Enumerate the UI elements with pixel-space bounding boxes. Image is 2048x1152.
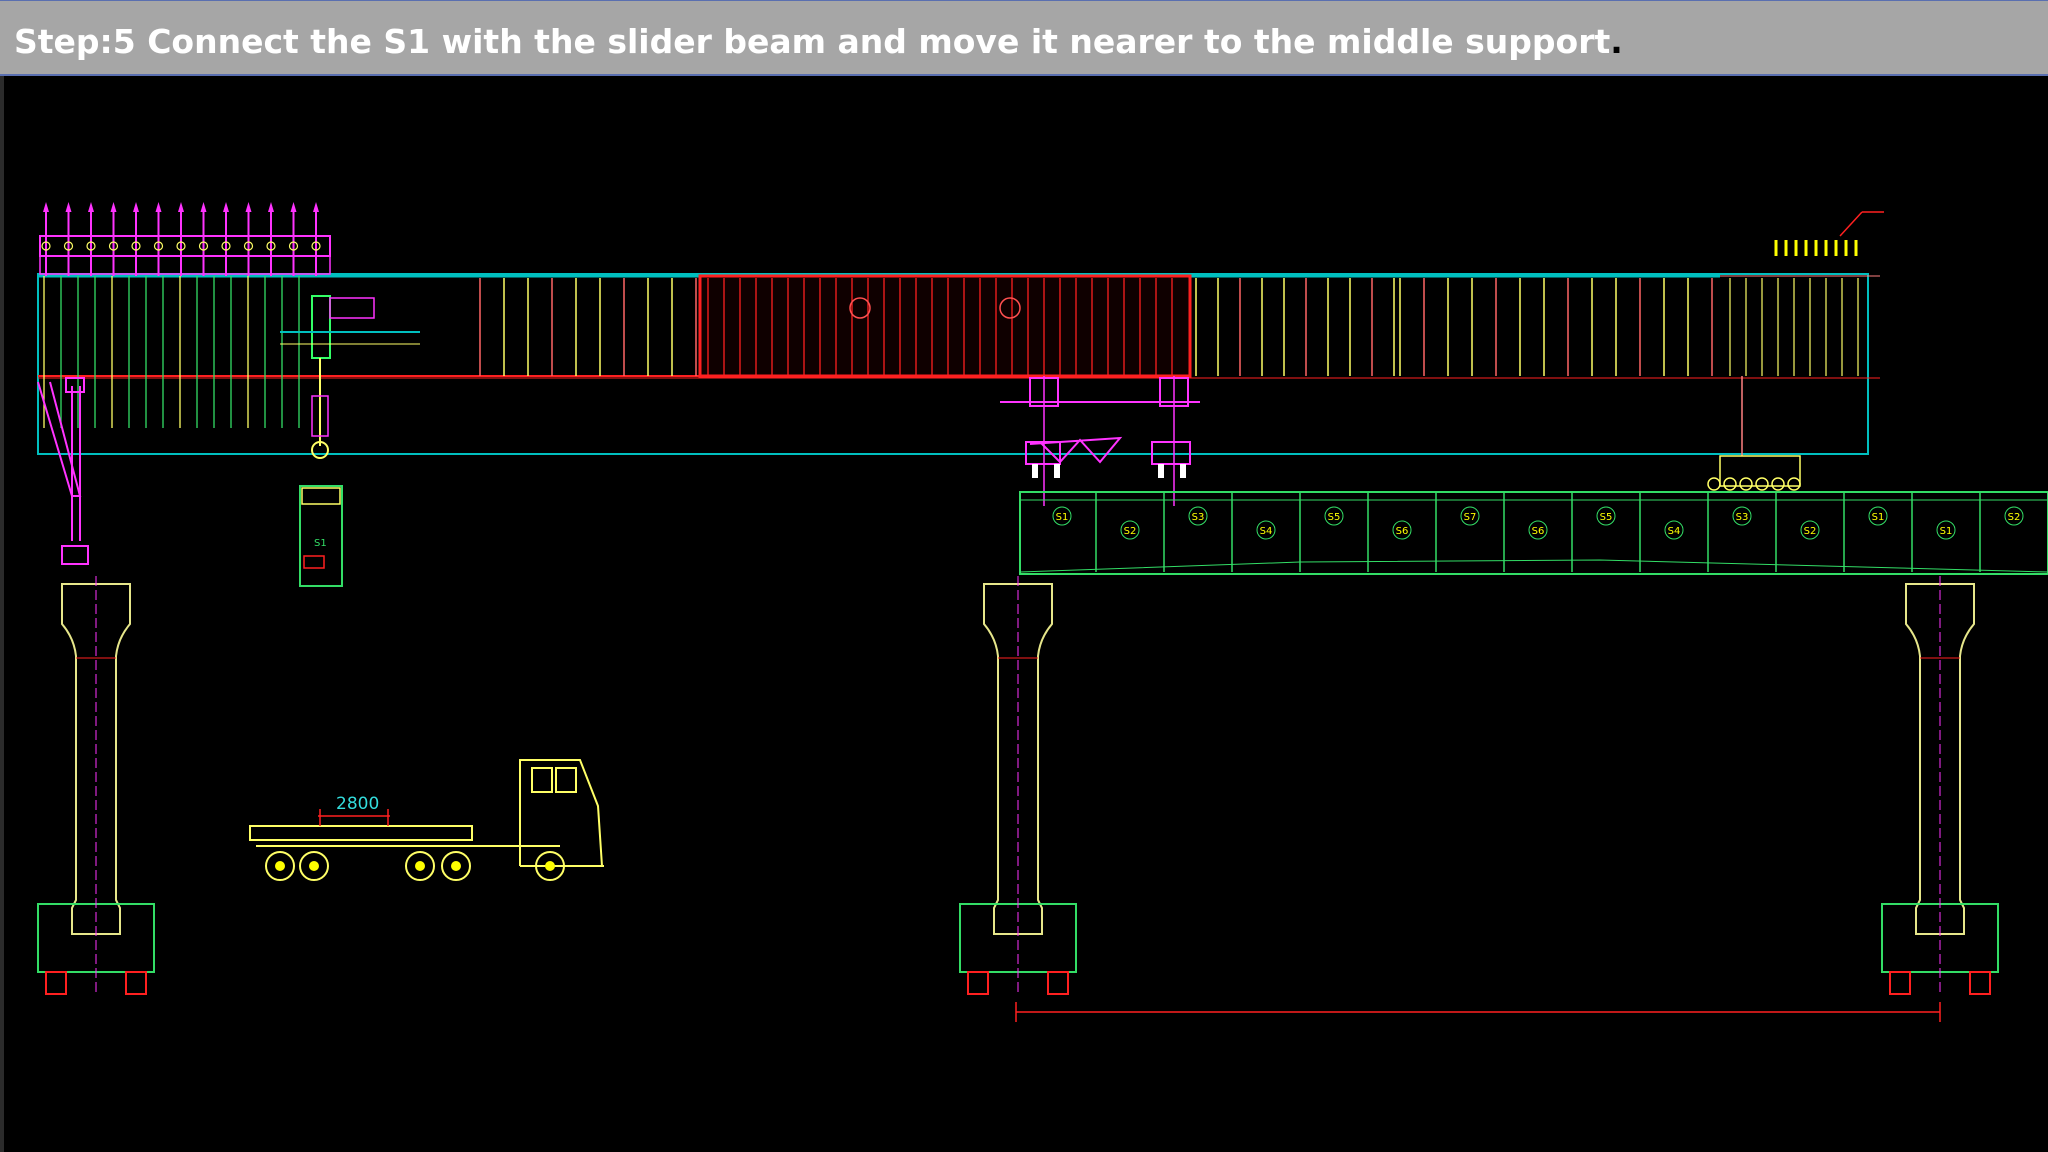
wheel-hub-1	[275, 861, 285, 871]
segment-label: S4	[1260, 526, 1273, 537]
segment-label: S6	[1396, 526, 1409, 537]
erection-drawing: S1 2800 S1S2S3S4S5S6S7S6S5S4S3S2S1S1S2	[37, 202, 2048, 1022]
anchor-rod-tip	[43, 202, 49, 212]
winch-drum	[1723, 477, 1737, 491]
dimension-2800: 2800	[318, 794, 390, 826]
middle-support-frame	[1000, 376, 1200, 506]
winch-drum	[1787, 477, 1801, 491]
hanging-segment: S1	[299, 485, 343, 587]
trolley-frame	[311, 295, 331, 359]
anchor-rod-tip	[88, 202, 94, 212]
pier-pile-right	[1047, 971, 1069, 995]
piers	[37, 576, 1999, 996]
pier	[959, 576, 1077, 996]
hanging-segment-label: S1	[314, 538, 327, 549]
anchor-rod-tip	[223, 202, 229, 212]
anchor-rods	[41, 202, 321, 276]
anchor-rod-tip	[245, 202, 252, 212]
hanging-segment-base	[303, 555, 325, 569]
girder-soffit	[1019, 559, 2048, 573]
segment-label: S1	[1940, 526, 1953, 537]
truck-trailer-bed	[249, 825, 473, 841]
segment-label: S6	[1532, 526, 1545, 537]
slide-title-end-mark: .	[1610, 22, 1623, 61]
winch-drums	[1707, 477, 1801, 491]
slide-title-text: Step:5 Connect the S1 with the slider be…	[14, 22, 1611, 61]
winch-drum	[1739, 477, 1753, 491]
slide-title: Step:5 Connect the S1 with the slider be…	[14, 25, 1623, 58]
support-jack-1	[1032, 464, 1038, 478]
anchor-rod-tip	[200, 202, 207, 212]
right-end-marks	[1774, 240, 1858, 256]
truck-wheel-hubs	[275, 861, 555, 871]
anchor-rod-tip	[155, 202, 162, 212]
segment-label: S5	[1600, 512, 1613, 523]
hanging-segment-cap	[301, 487, 341, 505]
dimension-label: 2800	[336, 794, 379, 814]
callout-leader	[1839, 211, 1863, 237]
wheel-hub-4	[451, 861, 461, 871]
slider-beam	[37, 273, 1880, 455]
segment-label: S2	[1124, 526, 1137, 537]
wheel-hub-5	[545, 861, 555, 871]
wheel-hub-3	[415, 861, 425, 871]
left-end-assembly	[37, 202, 331, 565]
anchor-rod-tip	[110, 202, 117, 212]
segment-label: S2	[2008, 512, 2021, 523]
beam-core-section	[698, 274, 1192, 378]
left-leg-head	[65, 377, 85, 393]
anchor-rod-tip	[268, 202, 274, 212]
support-jack-3	[1158, 464, 1164, 478]
anchor-rod-tip	[313, 202, 319, 212]
anchor-rod-tip	[133, 202, 139, 212]
pier-pile-left	[45, 971, 67, 995]
segment-label: S3	[1736, 512, 1749, 523]
segment-label: S7	[1464, 512, 1477, 523]
truck-window-1	[531, 767, 553, 793]
support-jack-4	[1180, 464, 1186, 478]
truck-window-2	[555, 767, 577, 793]
winch-drum	[1707, 477, 1721, 491]
wheel-hub-2	[309, 861, 319, 871]
segment-label: S1	[1056, 512, 1069, 523]
pier-pile-right	[1969, 971, 1991, 995]
hanging-segment-body	[299, 485, 343, 587]
anchor-rod-frame-lower	[39, 255, 331, 275]
segment-label: S1	[1872, 512, 1885, 523]
anchor-rod-tip	[290, 202, 297, 212]
pier-pile-left	[1889, 971, 1911, 995]
trolley-arm	[329, 297, 375, 319]
winch-drum	[1771, 477, 1785, 491]
left-hanging-members	[43, 276, 300, 428]
winch-drum	[1755, 477, 1769, 491]
segment-label: S3	[1192, 512, 1205, 523]
segment-label: S2	[1804, 526, 1817, 537]
pier	[37, 576, 155, 996]
left-leg-foot	[61, 545, 89, 565]
support-jack-2	[1054, 464, 1060, 478]
segment-label: S4	[1668, 526, 1681, 537]
segment-label: S5	[1328, 512, 1341, 523]
pier-pile-left	[967, 971, 989, 995]
anchor-rod-tip	[178, 202, 184, 212]
title-bar: Step:5 Connect the S1 with the slider be…	[0, 0, 2048, 76]
anchor-rod-tip	[65, 202, 72, 212]
pier-pile-right	[125, 971, 147, 995]
pier	[1881, 576, 1999, 996]
